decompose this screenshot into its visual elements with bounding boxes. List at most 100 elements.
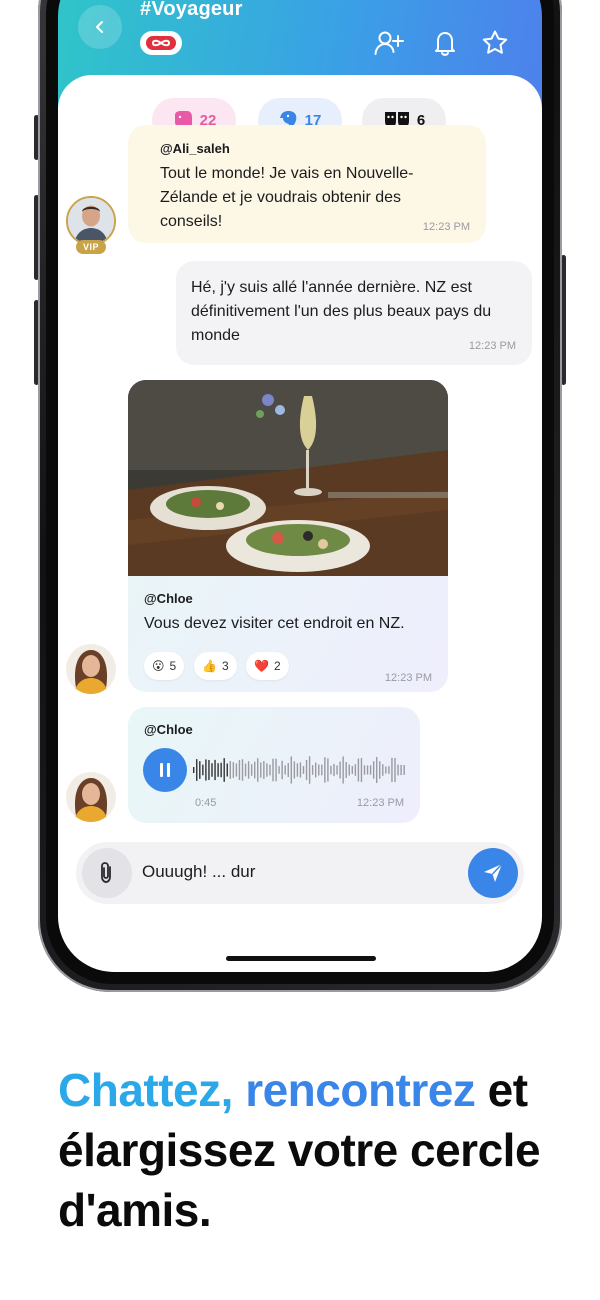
avatar[interactable]	[66, 772, 116, 822]
waveform-bar	[223, 758, 225, 782]
message-text: Tout le monde! Je vais en Nouvelle-Zélan…	[160, 165, 414, 230]
waveform-bar	[260, 762, 262, 778]
waveform-bar	[217, 763, 219, 777]
chevron-left-icon	[96, 21, 103, 33]
waveform-bar	[272, 758, 274, 782]
waveform-bar	[290, 756, 292, 784]
waveform-bar	[235, 763, 238, 777]
message-bubble[interactable]: @Chloe Vous devez visiter cet endroit en…	[128, 380, 448, 692]
reactions-row: 😮 5 👍 3 ❤️ 2	[144, 652, 344, 680]
waveform-bar	[287, 763, 289, 777]
waveform-bar	[351, 766, 353, 774]
waveform-bar	[385, 766, 387, 774]
waveform-bar	[376, 757, 378, 783]
waveform-bar	[250, 764, 253, 776]
waveform-bar	[244, 763, 247, 777]
waveform-bar	[205, 759, 207, 781]
waveform-bar	[330, 765, 332, 775]
waveform-bar	[345, 762, 347, 778]
waveform-bar	[363, 765, 366, 775]
waveform-bar	[193, 767, 195, 773]
waveform-bar	[391, 757, 393, 783]
waveform-bar	[342, 756, 344, 784]
waveform-bar	[311, 765, 314, 775]
waveform-bar	[339, 761, 341, 779]
waveform-bar	[403, 764, 405, 776]
message-bubble[interactable]: Hé, j'y suis allé l'année dernière. NZ e…	[176, 261, 532, 365]
message-composer: Ouuugh! ... dur	[76, 842, 524, 904]
reaction-count: 2	[273, 659, 281, 673]
waveform-bar	[269, 764, 271, 776]
add-person-icon	[374, 31, 404, 55]
waveform-bar	[241, 759, 244, 781]
message-bubble[interactable]: @Ali_saleh Tout le monde! Je vais en Nou…	[128, 125, 486, 243]
waveform-bar	[202, 764, 204, 776]
waveform-bar	[388, 766, 390, 774]
waveform-bar	[360, 758, 363, 782]
waveform-bar	[354, 764, 357, 776]
waveform-bar	[266, 763, 268, 777]
voice-message-bubble[interactable]: @Chloe 0:45 12:23 PM	[128, 707, 420, 823]
reaction-count: 5	[169, 659, 177, 673]
message-time: 12:23 PM	[422, 221, 470, 233]
avatar[interactable]	[66, 644, 116, 694]
waveform-bar	[379, 761, 381, 779]
message-time: 12:23 PM	[468, 340, 516, 352]
waveform-bar	[394, 757, 396, 783]
restaurant-photo[interactable]	[128, 380, 448, 576]
thumbs-up-emoji-icon: 👍	[202, 659, 217, 673]
reaction-chip[interactable]: ❤️ 2	[246, 652, 289, 680]
reaction-chip[interactable]: 😮 5	[144, 652, 185, 680]
surprised-emoji-icon: 😮	[152, 659, 165, 673]
waveform-bar	[321, 764, 323, 776]
woman-avatar-icon	[66, 772, 116, 822]
message-text: Vous devez visiter cet endroit en NZ.	[144, 615, 405, 632]
message-time: 12:23 PM	[356, 797, 404, 809]
waveform-bar	[296, 763, 299, 777]
infinity-badge	[140, 31, 182, 55]
message-text: Hé, j'y suis allé l'année dernière. NZ e…	[191, 279, 492, 344]
vip-badge: VIP	[76, 240, 106, 254]
message-input[interactable]: Ouuugh! ... dur	[142, 862, 255, 882]
promo-tagline: Chattez, rencontrez et élargissez votre …	[58, 1060, 578, 1240]
notifications-button[interactable]	[430, 28, 460, 58]
audio-waveform[interactable]	[193, 752, 407, 788]
reaction-chip[interactable]: 👍 3	[194, 652, 237, 680]
woman-avatar-icon	[66, 644, 116, 694]
waveform-bar	[302, 766, 305, 774]
waveform-bar	[238, 760, 241, 780]
avatar[interactable]	[66, 196, 116, 246]
waveform-bar	[226, 763, 228, 777]
attach-button[interactable]	[82, 848, 132, 898]
back-button[interactable]	[78, 5, 122, 49]
waveform-bar	[275, 758, 277, 782]
message-author: @Ali_saleh	[160, 141, 230, 156]
pause-button[interactable]	[143, 748, 187, 792]
waveform-bar	[229, 761, 231, 779]
waveform-bar	[232, 762, 235, 778]
audio-duration: 0:45	[195, 797, 217, 809]
waveform-bar	[372, 761, 375, 779]
waveform-bar	[318, 764, 320, 776]
message-author: @Chloe	[144, 591, 193, 606]
pause-icon	[160, 763, 170, 777]
chat-screen: #Voyageur 22 17 6 @Ali_saleh Tout le mon…	[58, 0, 542, 972]
waveform-bar	[247, 761, 250, 779]
favorite-button[interactable]	[480, 28, 510, 58]
send-button[interactable]	[468, 848, 518, 898]
waveform-bar	[324, 757, 326, 783]
infinity-icon	[146, 36, 176, 50]
waveform-bar	[308, 756, 311, 784]
heart-emoji-icon: ❤️	[254, 659, 269, 673]
man-avatar-icon	[68, 198, 114, 244]
waveform-bar	[305, 759, 308, 781]
waveform-bar	[220, 762, 222, 778]
waveform-bar	[299, 762, 302, 778]
waveform-bar	[293, 761, 296, 779]
add-member-button[interactable]	[374, 28, 404, 58]
waveform-bar	[214, 759, 216, 781]
waveform-bar	[315, 762, 317, 778]
message-time: 12:23 PM	[384, 672, 432, 684]
chat-panel: 22 17 6 @Ali_saleh Tout le monde! Je vai…	[58, 75, 542, 972]
paperclip-icon	[101, 862, 111, 883]
